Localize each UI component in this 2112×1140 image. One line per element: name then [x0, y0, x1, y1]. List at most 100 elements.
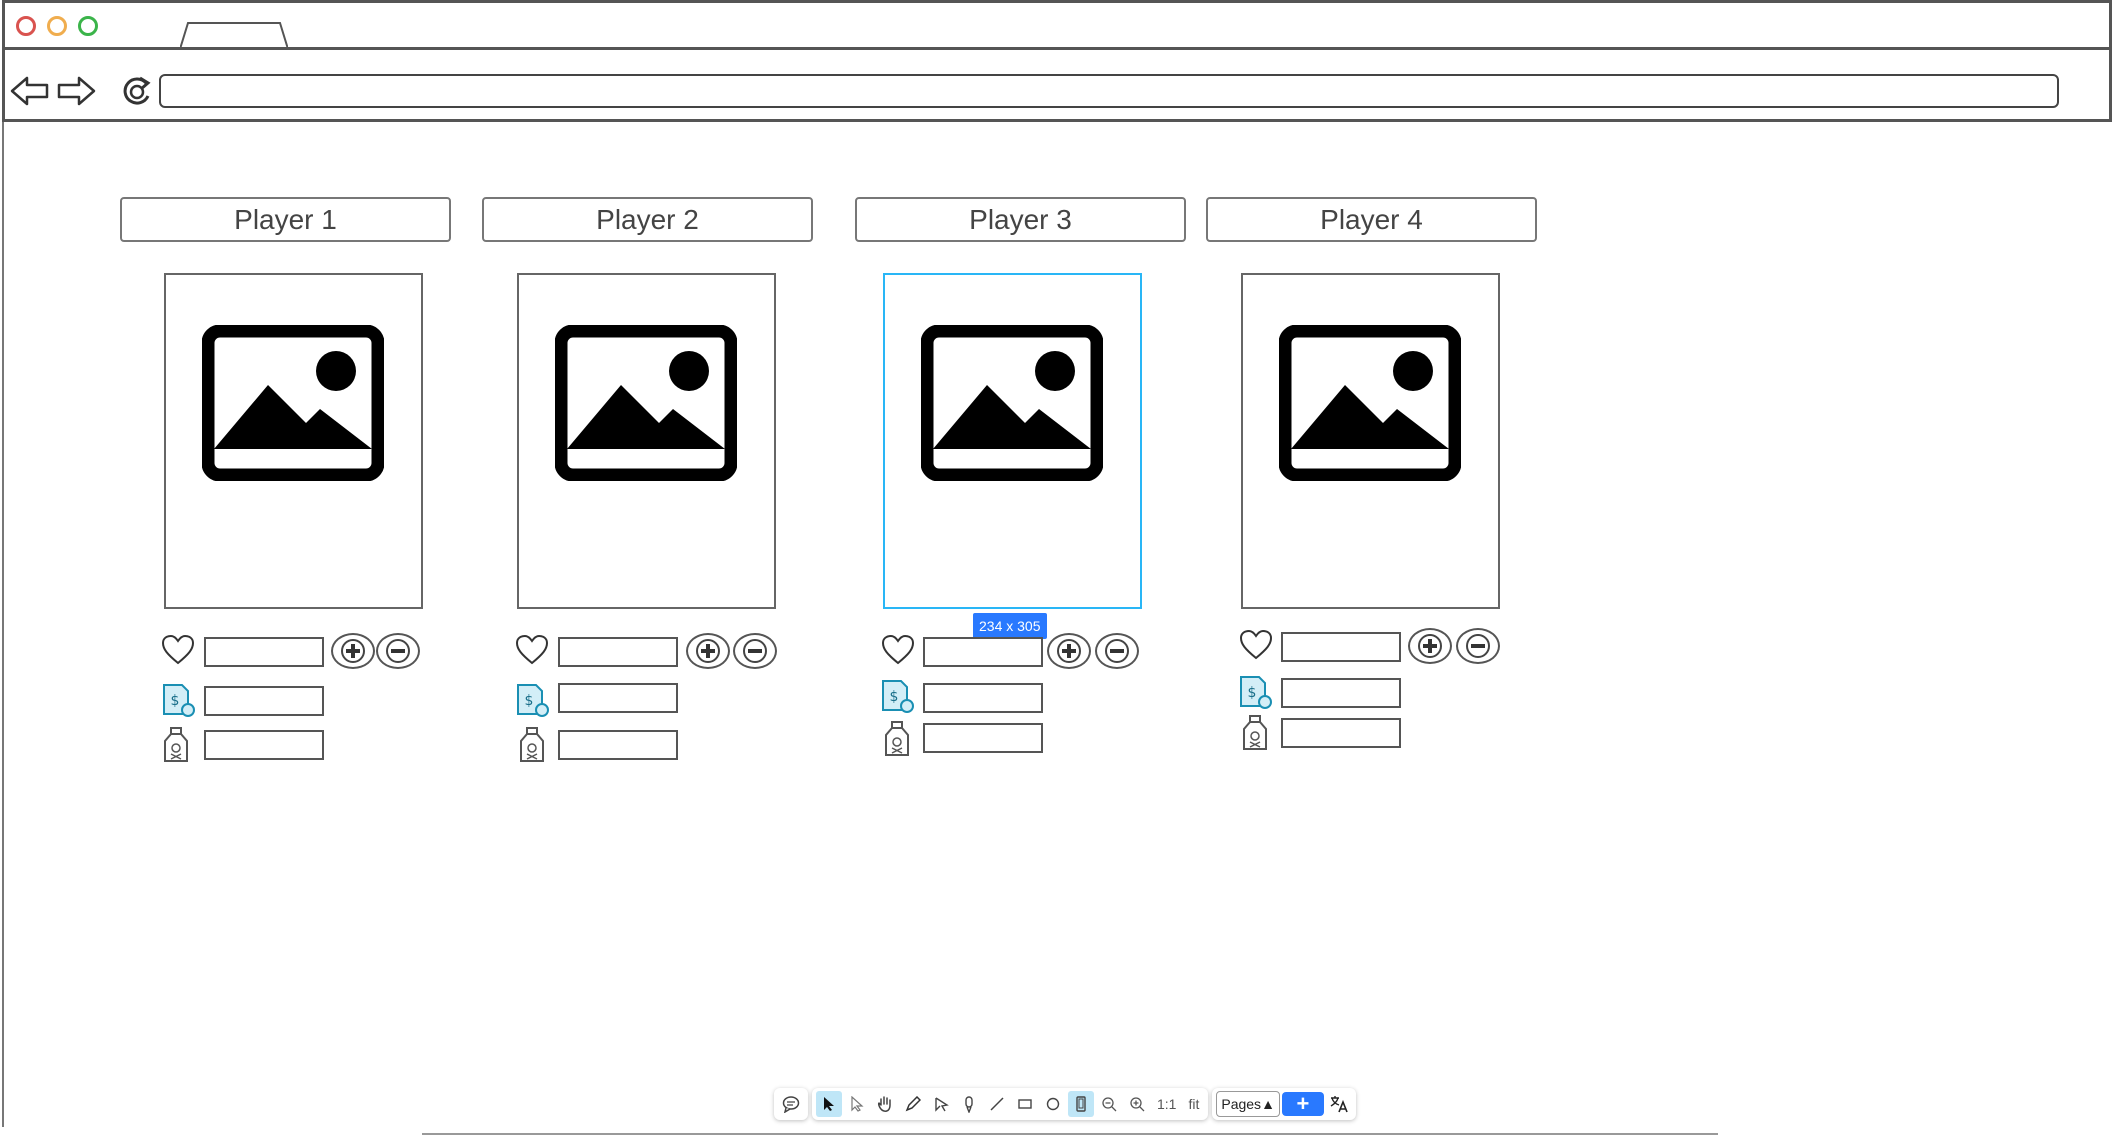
player-3-potion-input[interactable]: [923, 723, 1043, 753]
selection-size-badge: 234 x 305: [973, 613, 1047, 639]
player-1-portrait[interactable]: [164, 273, 423, 609]
line-icon: [990, 1097, 1004, 1111]
player-1-decrease-button[interactable]: [376, 633, 420, 669]
zoom-out-button[interactable]: [1096, 1091, 1122, 1117]
line-tool-button[interactable]: [984, 1091, 1010, 1117]
direct-select-button[interactable]: [844, 1091, 870, 1117]
hand-icon: [878, 1096, 891, 1112]
heart-icon: [515, 634, 549, 665]
player-4-increase-button[interactable]: [1408, 628, 1452, 664]
poison-bottle-icon: [885, 721, 909, 756]
browser-tab[interactable]: [180, 22, 288, 49]
editor-toolbar: 1:1 fit Pages▲ +: [774, 1087, 1356, 1121]
cursor-icon: [824, 1097, 834, 1111]
player-2-health-input[interactable]: [558, 637, 678, 667]
plus-icon: [696, 639, 720, 663]
rectangle-icon: [1018, 1099, 1032, 1109]
heart-icon: [1239, 629, 1273, 660]
pages-button[interactable]: Pages▲: [1216, 1091, 1280, 1117]
marker-tool-button[interactable]: [956, 1091, 982, 1117]
money-document-icon: $: [882, 680, 914, 713]
player-1-health-input[interactable]: [204, 637, 324, 667]
money-document-icon: $: [517, 684, 549, 717]
zoom-out-icon: [1102, 1097, 1117, 1112]
maximize-window-button[interactable]: [78, 16, 98, 36]
pencil-tool-button[interactable]: [900, 1091, 926, 1117]
plus-icon: [1057, 639, 1081, 663]
pen-tool-button[interactable]: [928, 1091, 954, 1117]
player-1-name[interactable]: Player 1: [120, 197, 451, 242]
svg-text:$: $: [525, 693, 534, 709]
player-3-health-input[interactable]: [923, 637, 1043, 667]
player-3-money-input[interactable]: [923, 683, 1043, 713]
speech-bubble-icon: [782, 1096, 800, 1113]
heart-icon: [881, 634, 915, 665]
caret-up-icon: ▲: [1261, 1096, 1275, 1112]
player-1-money-input[interactable]: [204, 686, 324, 716]
player-1-increase-button[interactable]: [331, 633, 375, 669]
image-placeholder-icon: [1279, 325, 1461, 481]
player-3-name[interactable]: Player 3: [855, 197, 1186, 242]
player-2-portrait[interactable]: [517, 273, 776, 609]
forward-arrow-icon[interactable]: [56, 74, 96, 108]
comment-button[interactable]: [778, 1091, 804, 1117]
phone-frame-icon: [1076, 1096, 1086, 1112]
translate-icon: [1330, 1096, 1348, 1113]
canvas-bottom-edge: [422, 1133, 1718, 1135]
player-4-potion-input[interactable]: [1281, 718, 1401, 748]
zoom-fit-button[interactable]: fit: [1183, 1096, 1204, 1112]
minus-icon: [1466, 634, 1490, 658]
comment-group: [774, 1088, 808, 1120]
ellipse-tool-button[interactable]: [1040, 1091, 1066, 1117]
tools-group: 1:1 fit: [812, 1088, 1209, 1120]
player-3-increase-button[interactable]: [1047, 633, 1091, 669]
player-1-potion-input[interactable]: [204, 730, 324, 760]
player-4-name[interactable]: Player 4: [1206, 197, 1537, 242]
money-document-icon: $: [1240, 676, 1272, 709]
player-2-increase-button[interactable]: [686, 633, 730, 669]
close-window-button[interactable]: [16, 16, 36, 36]
marker-icon: [965, 1096, 973, 1113]
hand-tool-button[interactable]: [872, 1091, 898, 1117]
frame-tool-button[interactable]: [1068, 1091, 1094, 1117]
pen-nib-icon: [935, 1097, 949, 1112]
player-4-health-input[interactable]: [1281, 632, 1401, 662]
plus-icon: [341, 639, 365, 663]
back-arrow-icon[interactable]: [10, 74, 50, 108]
select-tool-button[interactable]: [816, 1091, 842, 1117]
player-2-money-input[interactable]: [558, 683, 678, 713]
hollow-cursor-icon: [851, 1096, 864, 1112]
minus-icon: [1105, 639, 1129, 663]
poison-bottle-icon: [1243, 715, 1267, 750]
player-4-money-input[interactable]: [1281, 678, 1401, 708]
minus-icon: [386, 639, 410, 663]
player-2-name[interactable]: Player 2: [482, 197, 813, 242]
reload-icon[interactable]: [120, 74, 154, 108]
pages-group: Pages▲ +: [1212, 1088, 1356, 1120]
svg-text:$: $: [171, 693, 180, 709]
player-2-potion-input[interactable]: [558, 730, 678, 760]
poison-bottle-icon: [520, 727, 544, 762]
address-bar[interactable]: [159, 74, 2059, 108]
image-placeholder-icon: [202, 325, 384, 481]
player-4-portrait[interactable]: [1241, 273, 1500, 609]
zoom-reset-button[interactable]: 1:1: [1152, 1096, 1181, 1112]
rectangle-tool-button[interactable]: [1012, 1091, 1038, 1117]
svg-text:$: $: [890, 689, 899, 705]
zoom-in-button[interactable]: [1124, 1091, 1150, 1117]
zoom-in-icon: [1130, 1097, 1145, 1112]
player-3-decrease-button[interactable]: [1095, 633, 1139, 669]
player-4-decrease-button[interactable]: [1456, 628, 1500, 664]
browser-title-bar: [2, 0, 2112, 49]
poison-bottle-icon: [164, 727, 188, 762]
heart-icon: [161, 634, 195, 665]
player-2-decrease-button[interactable]: [733, 633, 777, 669]
minimize-window-button[interactable]: [47, 16, 67, 36]
pages-label: Pages: [1221, 1096, 1262, 1112]
image-placeholder-icon: [555, 325, 737, 481]
image-placeholder-icon: [921, 325, 1103, 481]
translate-button[interactable]: [1326, 1091, 1352, 1117]
player-3-portrait[interactable]: [883, 273, 1142, 609]
add-page-button[interactable]: +: [1281, 1091, 1324, 1116]
svg-text:$: $: [1248, 685, 1257, 701]
